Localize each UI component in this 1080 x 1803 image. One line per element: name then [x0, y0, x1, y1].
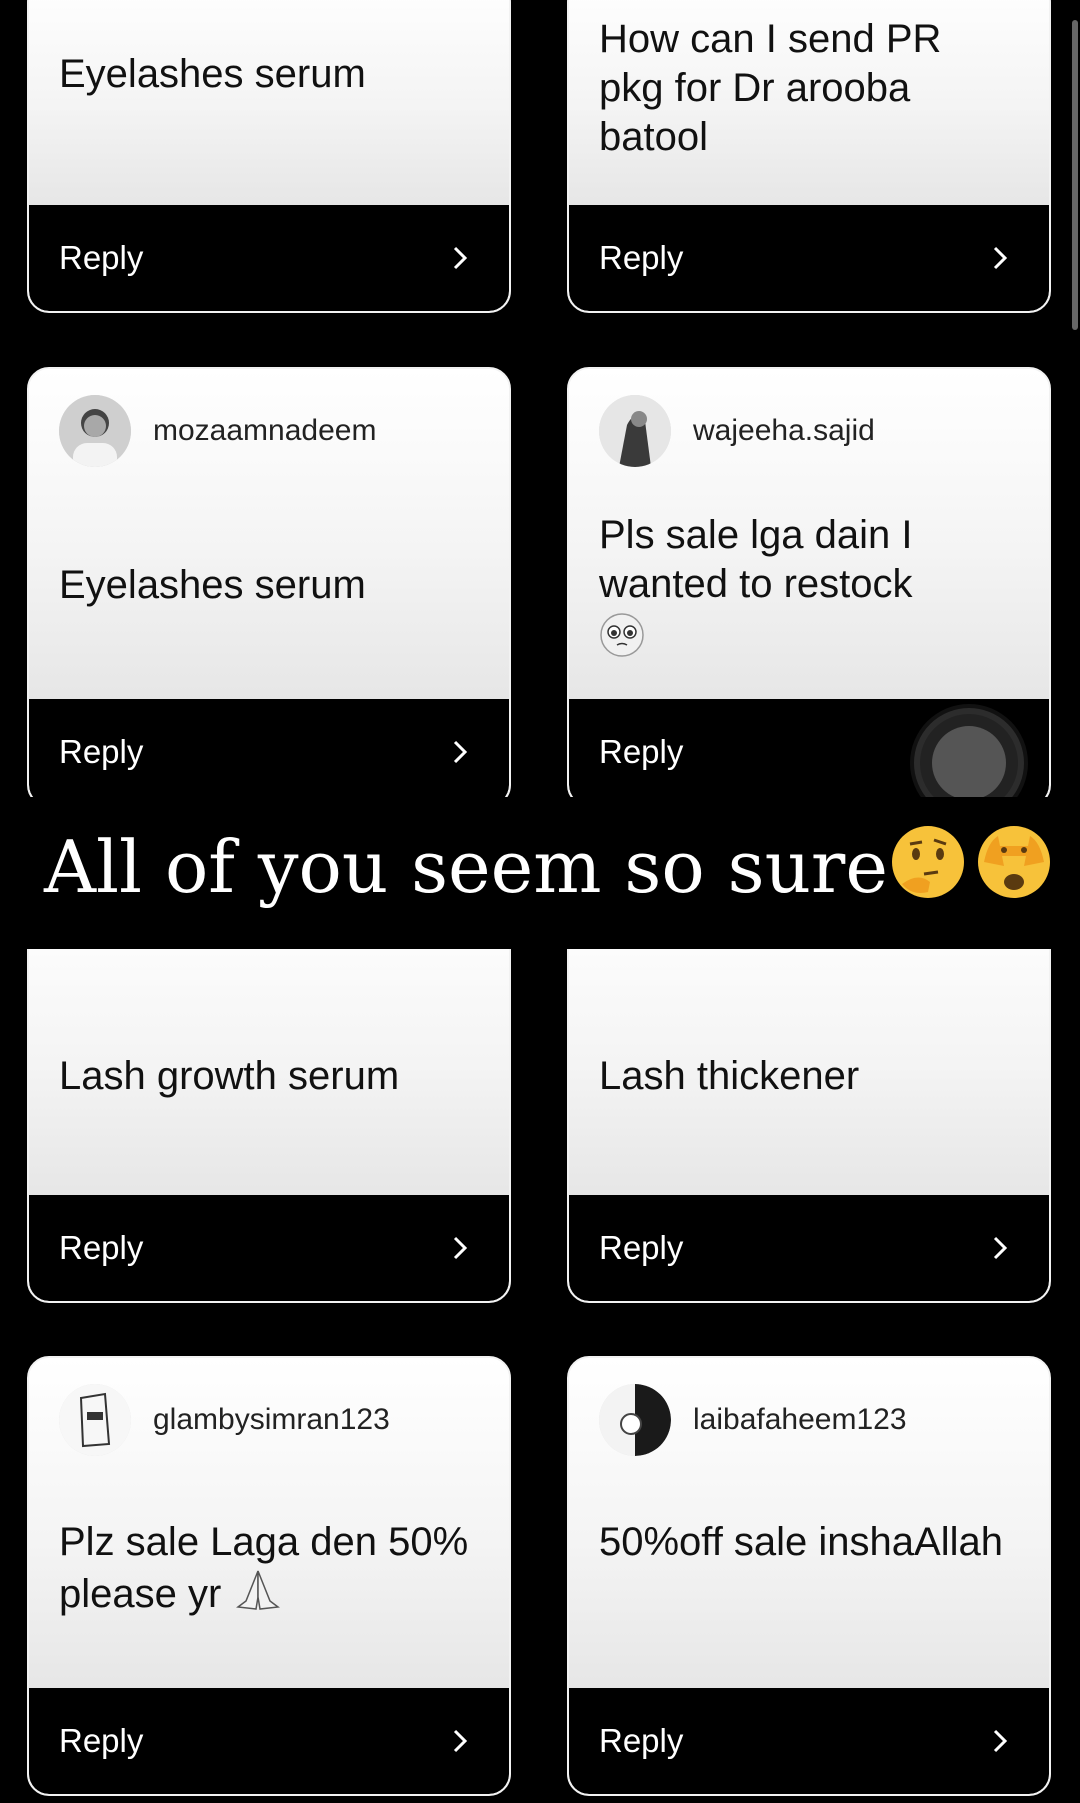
reply-label: Reply — [59, 733, 144, 770]
username[interactable]: laibafaheem123 — [693, 1403, 907, 1437]
user-info[interactable]: wajeeha.sajid — [599, 395, 875, 467]
question-response-card: Lash thickener Reply — [567, 900, 1051, 1303]
reply-label: Reply — [59, 1229, 144, 1266]
question-response-card: mozaamnadeem Eyelashes serum Reply — [27, 367, 511, 807]
reply-button[interactable]: Reply — [569, 205, 1049, 311]
question-response-card: Eyelashes serum Reply — [27, 0, 511, 313]
user-info[interactable]: mozaamnadeem — [59, 395, 376, 467]
avatar[interactable] — [599, 1384, 671, 1456]
username[interactable]: glambysimran123 — [153, 1403, 390, 1437]
pleading-face-emoji — [600, 613, 644, 658]
response-text: 50%off sale inshaAllah — [599, 1520, 1003, 1564]
username[interactable]: mozaamnadeem — [153, 414, 376, 448]
reply-button[interactable]: Reply — [29, 205, 509, 311]
avatar[interactable] — [599, 395, 671, 467]
caption-text: All of you seem so sure — [44, 825, 888, 909]
response-text: Lash growth serum — [59, 1054, 400, 1098]
response-text: Plz sale Laga den 50% please yr — [59, 1520, 469, 1616]
chevron-right-icon — [993, 1729, 1008, 1753]
story-caption: All of you seem so sure — [44, 822, 1054, 903]
user-info[interactable]: glambysimran123 — [59, 1384, 390, 1456]
response-text: Lash thickener — [599, 1054, 860, 1098]
response-text: How can I send PR pkg for Dr arooba bato… — [599, 17, 942, 159]
username[interactable]: wajeeha.sajid — [693, 414, 875, 448]
response-text: Pls sale lga dain I wanted to restock — [599, 511, 1009, 658]
response-text: Eyelashes serum — [59, 52, 366, 96]
chevron-right-icon — [453, 740, 468, 764]
reply-button[interactable]: Reply — [29, 699, 509, 805]
question-response-card: Lash growth serum Reply — [27, 900, 511, 1303]
user-info[interactable]: laibafaheem123 — [599, 1384, 907, 1456]
question-response-card: laibafaheem123 50%off sale inshaAllah Re… — [567, 1356, 1051, 1796]
reply-button[interactable]: Reply — [569, 1195, 1049, 1301]
reply-label: Reply — [599, 1229, 684, 1266]
reply-button[interactable]: Reply — [29, 1688, 509, 1794]
chevron-right-icon — [453, 1236, 468, 1260]
chevron-right-icon — [453, 246, 468, 270]
chevron-right-icon — [993, 1236, 1008, 1260]
chevron-right-icon — [993, 246, 1008, 270]
thinking-face-emoji — [891, 826, 964, 898]
face-with-open-eyes-and-hand-over-mouth-emoji — [977, 826, 1050, 898]
reply-label: Reply — [599, 733, 684, 770]
chevron-right-icon — [453, 1729, 468, 1753]
response-text: Eyelashes serum — [59, 563, 366, 607]
reply-label: Reply — [599, 1722, 684, 1759]
avatar[interactable] — [59, 395, 131, 467]
reply-label: Reply — [599, 239, 684, 276]
question-response-card: How can I send PR pkg for Dr arooba bato… — [567, 0, 1051, 313]
reply-label: Reply — [59, 239, 144, 276]
reply-button[interactable]: Reply — [29, 1195, 509, 1301]
folded-hands-emoji — [236, 1570, 281, 1610]
reply-label: Reply — [59, 1722, 144, 1759]
reply-button[interactable]: Reply — [569, 1688, 1049, 1794]
question-response-card: glambysimran123 Plz sale Laga den 50% pl… — [27, 1356, 511, 1796]
avatar[interactable] — [59, 1384, 131, 1456]
scrollbar[interactable] — [1072, 20, 1078, 330]
